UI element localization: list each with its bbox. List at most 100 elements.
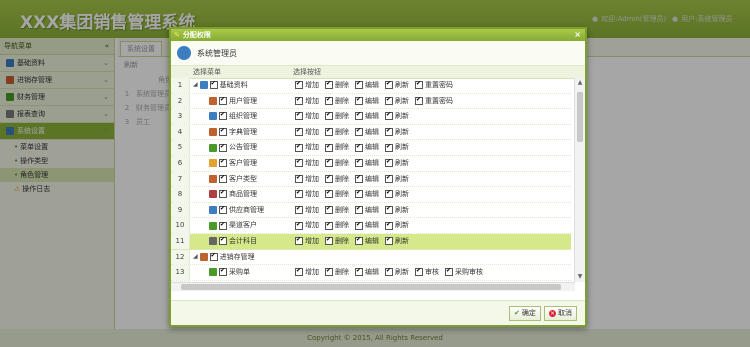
perm-option[interactable]: 编辑 — [355, 140, 379, 155]
perm-option[interactable]: 刷新 — [385, 203, 409, 218]
perm-option[interactable]: 增加 — [295, 94, 319, 109]
menu-checkbox[interactable] — [219, 174, 227, 183]
menu-checkbox[interactable] — [219, 268, 227, 277]
perm-option[interactable]: 删除 — [325, 78, 349, 93]
perm-checkbox[interactable] — [355, 237, 363, 246]
perm-option[interactable]: 增加 — [295, 203, 319, 218]
menu-checkbox[interactable] — [219, 143, 227, 152]
perm-option[interactable]: 删除 — [325, 203, 349, 218]
perm-option[interactable]: 刷新 — [385, 109, 409, 124]
perm-option[interactable]: 增加 — [295, 218, 319, 233]
menu-checkbox[interactable] — [219, 159, 227, 168]
perm-option[interactable]: 刷新 — [385, 156, 409, 171]
perm-option[interactable]: 增加 — [295, 109, 319, 124]
perm-option[interactable]: 增加 — [295, 187, 319, 202]
perm-option[interactable]: 采购审核 — [445, 265, 483, 280]
scroll-thumb[interactable] — [577, 92, 583, 142]
perm-option[interactable]: 编辑 — [355, 156, 379, 171]
perm-option[interactable]: 删除 — [325, 94, 349, 109]
perm-option[interactable]: 删除 — [325, 172, 349, 187]
perm-option[interactable]: 增加 — [295, 156, 319, 171]
perm-checkbox[interactable] — [385, 237, 393, 246]
permission-row[interactable]: 5 公告管理 增加 删除 编辑 刷新 — [171, 140, 571, 156]
menu-checkbox[interactable] — [209, 81, 218, 90]
hscroll-thumb[interactable] — [181, 284, 561, 290]
perm-checkbox[interactable] — [295, 206, 303, 215]
perm-option[interactable]: 编辑 — [355, 234, 379, 249]
perm-checkbox[interactable] — [355, 268, 363, 277]
perm-checkbox[interactable] — [355, 81, 363, 90]
scroll-down-icon[interactable]: ▼ — [576, 273, 584, 281]
perm-checkbox[interactable] — [355, 221, 363, 230]
menu-checkbox[interactable] — [219, 190, 227, 199]
perm-checkbox[interactable] — [325, 190, 333, 199]
perm-option[interactable]: 编辑 — [355, 78, 379, 93]
perm-option[interactable]: 编辑 — [355, 218, 379, 233]
menu-checkbox[interactable] — [219, 112, 227, 121]
perm-checkbox[interactable] — [355, 112, 363, 121]
perm-option[interactable]: 编辑 — [355, 265, 379, 280]
menu-checkbox[interactable] — [219, 96, 227, 105]
cancel-button[interactable]: × 取消 — [544, 306, 577, 321]
tree-expand-icon[interactable]: ◢ — [193, 78, 198, 93]
perm-checkbox[interactable] — [295, 159, 303, 168]
perm-option[interactable]: 增加 — [295, 172, 319, 187]
perm-checkbox[interactable] — [325, 112, 333, 121]
menu-checkbox[interactable] — [219, 128, 227, 137]
perm-option[interactable]: 编辑 — [355, 125, 379, 140]
perm-checkbox[interactable] — [385, 96, 393, 105]
menu-checkbox[interactable] — [209, 252, 218, 261]
perm-checkbox[interactable] — [295, 190, 303, 199]
perm-checkbox[interactable] — [295, 128, 303, 137]
vertical-scrollbar[interactable]: ▲ ▼ — [574, 78, 585, 282]
perm-checkbox[interactable] — [295, 174, 303, 183]
perm-option[interactable]: 删除 — [325, 109, 349, 124]
perm-checkbox[interactable] — [355, 128, 363, 137]
perm-checkbox[interactable] — [325, 237, 333, 246]
perm-checkbox[interactable] — [325, 96, 333, 105]
perm-checkbox[interactable] — [325, 143, 333, 152]
perm-option[interactable]: 删除 — [325, 218, 349, 233]
perm-option[interactable]: 编辑 — [355, 94, 379, 109]
perm-checkbox[interactable] — [415, 268, 423, 277]
perm-option[interactable]: 重置密码 — [415, 94, 453, 109]
perm-option[interactable]: 增加 — [295, 234, 319, 249]
permission-row[interactable]: 13 采购单 增加 删除 编辑 刷新 审核 采购审核 — [171, 265, 571, 281]
perm-checkbox[interactable] — [325, 128, 333, 137]
perm-option[interactable]: 删除 — [325, 265, 349, 280]
permission-row[interactable]: 12◢ 进销存管理 — [171, 249, 571, 266]
perm-checkbox[interactable] — [385, 174, 393, 183]
perm-option[interactable]: 审核 — [415, 265, 439, 280]
menu-checkbox[interactable] — [219, 221, 227, 230]
perm-option[interactable]: 刷新 — [385, 265, 409, 280]
permission-row[interactable]: 1◢ 基础资料 增加 删除 编辑 刷新 重置密码 — [171, 78, 571, 94]
perm-checkbox[interactable] — [385, 268, 393, 277]
permission-row[interactable]: 11 会计科目 增加 删除 编辑 刷新 — [171, 233, 571, 250]
perm-checkbox[interactable] — [355, 190, 363, 199]
perm-checkbox[interactable] — [295, 143, 303, 152]
perm-option[interactable]: 编辑 — [355, 187, 379, 202]
menu-checkbox[interactable] — [219, 206, 227, 215]
perm-option[interactable]: 刷新 — [385, 172, 409, 187]
perm-option[interactable]: 重置密码 — [415, 78, 453, 93]
close-icon[interactable]: × — [574, 29, 581, 41]
perm-checkbox[interactable] — [295, 96, 303, 105]
perm-option[interactable]: 删除 — [325, 125, 349, 140]
perm-checkbox[interactable] — [325, 81, 333, 90]
perm-checkbox[interactable] — [355, 159, 363, 168]
perm-option[interactable]: 增加 — [295, 78, 319, 93]
permission-row[interactable]: 7 客户类型 增加 删除 编辑 刷新 — [171, 171, 571, 188]
permission-row[interactable]: 9 供应商管理 增加 删除 编辑 刷新 — [171, 202, 571, 219]
tree-expand-icon[interactable]: ◢ — [193, 250, 198, 265]
perm-option[interactable]: 增加 — [295, 265, 319, 280]
perm-checkbox[interactable] — [295, 237, 303, 246]
perm-checkbox[interactable] — [325, 221, 333, 230]
perm-option[interactable]: 刷新 — [385, 218, 409, 233]
perm-checkbox[interactable] — [355, 174, 363, 183]
menu-checkbox[interactable] — [219, 237, 227, 246]
perm-option[interactable]: 编辑 — [355, 109, 379, 124]
perm-checkbox[interactable] — [385, 128, 393, 137]
perm-checkbox[interactable] — [325, 206, 333, 215]
perm-option[interactable]: 删除 — [325, 140, 349, 155]
perm-checkbox[interactable] — [325, 268, 333, 277]
